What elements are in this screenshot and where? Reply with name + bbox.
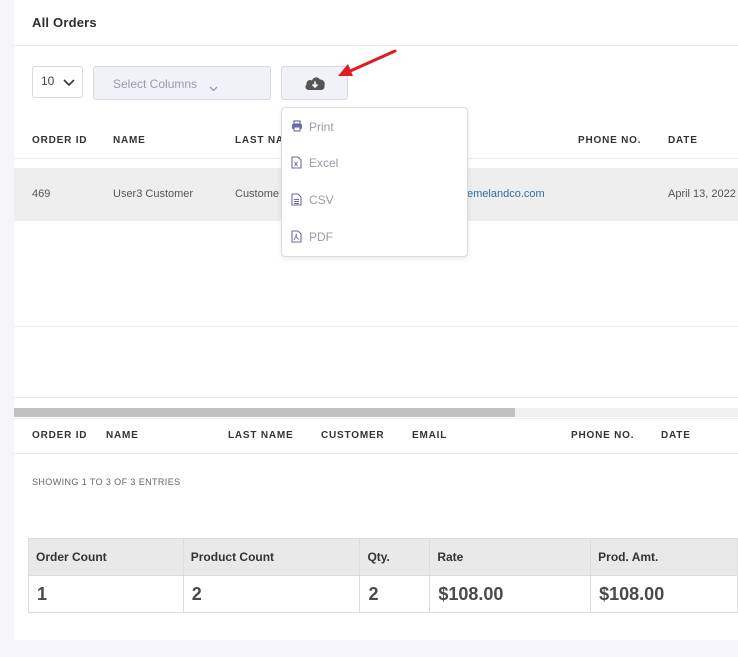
- summary-header-rate: Rate: [429, 538, 592, 576]
- footer-header-date: DATE: [661, 430, 691, 441]
- title-divider: [14, 45, 738, 46]
- orders-card: All Orders 10 Select Columns ORDER ID NA…: [14, 0, 738, 640]
- select-columns-dropdown[interactable]: Select Columns: [93, 66, 271, 100]
- scrollbar-thumb[interactable]: [14, 408, 515, 417]
- footer-divider: [14, 418, 738, 419]
- export-pdf-item[interactable]: PDF: [291, 228, 333, 246]
- footer-header-email: EMAIL: [412, 430, 448, 441]
- summary-header-order-count: Order Count: [28, 538, 184, 576]
- export-menu: Print Excel CSV PDF: [281, 107, 468, 257]
- summary-order-count: 1: [28, 575, 184, 613]
- cloud-download-icon: [305, 77, 325, 90]
- summary-header-prod-amt: Prod. Amt.: [590, 538, 738, 576]
- export-excel-label: Excel: [309, 156, 339, 170]
- horizontal-scrollbar[interactable]: [14, 408, 738, 417]
- footer-divider: [14, 453, 738, 454]
- summary-rate: $108.00: [429, 575, 592, 613]
- cell-email-link[interactable]: emelandco.com: [467, 188, 545, 200]
- footer-header-phone: PHONE NO.: [571, 430, 635, 441]
- col-header-last-name[interactable]: LAST NA: [235, 135, 284, 146]
- chevron-down-icon: [63, 76, 75, 90]
- export-csv-item[interactable]: CSV: [291, 191, 334, 209]
- cell-date: April 13, 2022: [668, 188, 736, 200]
- cell-last-name: Custome: [235, 188, 280, 200]
- body-divider: [14, 397, 738, 398]
- excel-file-icon: [291, 156, 303, 170]
- col-header-date[interactable]: DATE: [668, 135, 698, 146]
- cell-name: User3 Customer: [113, 188, 194, 200]
- entries-info: SHOWING 1 TO 3 OF 3 ENTRIES: [32, 477, 181, 487]
- summary-prod-amt: $108.00: [590, 575, 738, 613]
- summary-qty: 2: [359, 575, 431, 613]
- export-pdf-label: PDF: [309, 230, 333, 244]
- col-header-phone[interactable]: PHONE NO.: [578, 135, 641, 146]
- body-divider: [14, 326, 738, 327]
- page-length-value: 10: [41, 74, 55, 88]
- export-print-label: Print: [309, 120, 334, 134]
- select-columns-placeholder: Select Columns: [113, 77, 198, 91]
- col-header-name[interactable]: NAME: [113, 135, 146, 146]
- printer-icon: [291, 120, 303, 134]
- summary-product-count: 2: [182, 575, 361, 613]
- col-header-order-id[interactable]: ORDER ID: [32, 135, 87, 146]
- pdf-file-icon: [291, 230, 303, 244]
- page-length-select[interactable]: 10: [32, 66, 83, 98]
- export-excel-item[interactable]: Excel: [291, 154, 338, 172]
- footer-header-customer: CUSTOMER: [321, 430, 385, 441]
- footer-header-order-id: ORDER ID: [32, 430, 88, 441]
- summary-header-product-count: Product Count: [182, 538, 361, 576]
- summary-header-row: Order Count Product Count Qty. Rate Prod…: [28, 538, 738, 576]
- footer-header-name: NAME: [106, 430, 139, 441]
- page-title: All Orders: [32, 15, 97, 30]
- summary-header-qty: Qty.: [359, 538, 431, 576]
- footer-header-last-name: LAST NAME: [228, 430, 294, 441]
- export-print-item[interactable]: Print: [291, 118, 334, 136]
- cell-order-id: 469: [32, 188, 51, 200]
- export-csv-label: CSV: [309, 193, 334, 207]
- chevron-down-icon: [209, 79, 218, 97]
- summary-value-row: 1 2 2 $108.00 $108.00: [28, 575, 738, 613]
- summary-table: Order Count Product Count Qty. Rate Prod…: [28, 538, 738, 613]
- annotation-arrow-icon: [338, 49, 397, 76]
- csv-file-icon: [291, 193, 303, 207]
